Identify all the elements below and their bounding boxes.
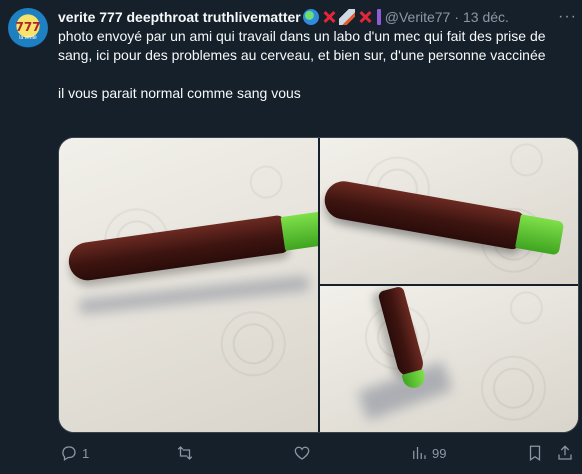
avatar[interactable]: 777 la vérité (8, 8, 48, 48)
red-x-icon (357, 9, 373, 25)
share-icon (558, 445, 572, 460)
retweet-button[interactable] (176, 440, 198, 466)
media-grid (58, 137, 579, 433)
purple-bar-icon (376, 9, 381, 25)
rocket-icon (338, 9, 355, 25)
photo-2[interactable] (320, 138, 578, 284)
tweet-header: verite 777 deepthroat truthlivematter @V… (58, 8, 509, 26)
more-icon[interactable]: ··· (558, 8, 577, 26)
reply-icon (62, 446, 76, 461)
retweet-icon (177, 446, 193, 460)
reply-count: 1 (82, 445, 90, 461)
photo-3[interactable] (320, 286, 578, 432)
views-count: 99 (432, 445, 447, 461)
avatar-text: 777 (15, 20, 41, 34)
tweet-text: photo envoyé par un ami qui travail dans… (58, 28, 546, 101)
bookmark-icon (529, 445, 541, 461)
like-button[interactable] (293, 440, 315, 466)
avatar-subtext: la vérité (19, 35, 37, 41)
red-x-icon (321, 9, 337, 25)
paper-towel-background (320, 286, 578, 432)
reply-button[interactable]: 1 (60, 440, 89, 466)
views-button[interactable]: 99 (410, 440, 446, 466)
views-icon (413, 447, 426, 459)
share-button[interactable] (556, 440, 574, 466)
separator: · (454, 9, 460, 25)
timestamp[interactable]: 13 déc. (463, 9, 509, 25)
bookmark-button[interactable] (526, 440, 544, 466)
photo-1[interactable] (59, 138, 318, 432)
display-name[interactable]: verite 777 deepthroat truthlivematter (58, 9, 301, 25)
globe-icon (302, 9, 319, 25)
tweet[interactable]: 777 la vérité verite 777 deepthroat trut… (0, 0, 582, 474)
handle[interactable]: @Verite77 (385, 9, 451, 25)
action-bar: 1 99 (58, 440, 578, 466)
tube-cap (280, 210, 318, 251)
tube-cap (515, 214, 565, 256)
like-icon (294, 446, 310, 460)
